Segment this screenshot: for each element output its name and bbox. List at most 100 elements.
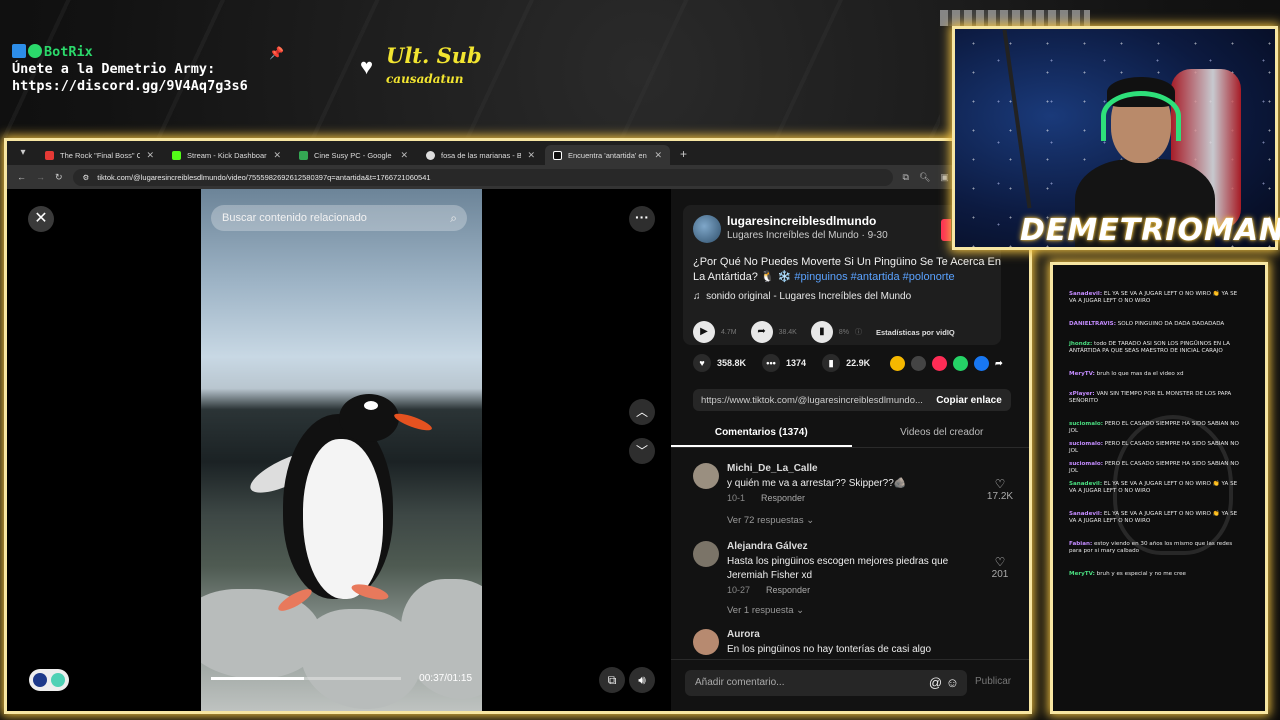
tab-tiktok[interactable]: Encuentra 'antartida' en Tik✕ bbox=[545, 145, 670, 165]
publish-button[interactable]: Publicar bbox=[975, 676, 1011, 687]
comment-author[interactable]: Aurora bbox=[727, 629, 760, 640]
tiktok-icon bbox=[553, 150, 562, 160]
zoom-icon[interactable]: 🔍︎ bbox=[919, 172, 930, 183]
author-display-name: Lugares Increíbles del Mundo · 9-30 bbox=[727, 230, 888, 241]
comment-avatar[interactable] bbox=[693, 629, 719, 655]
close-icon[interactable]: ✕ bbox=[654, 150, 662, 161]
tab-kick-dashboard[interactable]: Stream - Kick Dashboard ✕ bbox=[164, 145, 289, 165]
penguin-belly bbox=[303, 439, 383, 599]
reload-icon[interactable]: ↻ bbox=[55, 172, 63, 183]
close-icon[interactable]: ✕ bbox=[146, 150, 154, 161]
chat-username[interactable]: Sanadevil: bbox=[1069, 511, 1102, 517]
related-search-input[interactable]: Buscar contenido relacionado ⌕ bbox=[211, 205, 467, 231]
reply-button[interactable]: Responder bbox=[761, 493, 805, 503]
headset bbox=[1101, 91, 1181, 141]
comment-item: Alejandra Gálvez Hasta los pingüinos esc… bbox=[693, 541, 1023, 621]
vidiq-label[interactable]: Estadísticas por vidIQ bbox=[876, 328, 955, 337]
url-text: tiktok.com/@lugaresincreiblesdlmundo/vid… bbox=[97, 172, 431, 182]
forward-icon[interactable]: → bbox=[36, 172, 45, 182]
reply-button[interactable]: Responder bbox=[766, 585, 810, 595]
play-icon[interactable]: ▶ bbox=[693, 321, 715, 343]
tab-search-icon[interactable]: ▾ bbox=[15, 145, 31, 161]
comment-text: y quién me va a arrestar?? Skipper??🪨 bbox=[727, 478, 907, 489]
heart-outline-icon[interactable]: ♡ bbox=[985, 555, 1015, 569]
previous-video-button[interactable]: ︿ bbox=[629, 399, 655, 425]
share-url[interactable]: https://www.tiktok.com/@lugaresincreible… bbox=[693, 395, 927, 406]
video-time: 00:37/01:15 bbox=[419, 673, 472, 684]
next-video-button[interactable]: ﹀ bbox=[629, 438, 655, 464]
send-icon[interactable] bbox=[932, 355, 948, 371]
last-sub-name: causadatun bbox=[386, 72, 464, 86]
tab-google-maps[interactable]: Cine Susy PC - Google Maps✕ bbox=[291, 145, 416, 165]
chat-username[interactable]: xPlayer: bbox=[1069, 391, 1095, 397]
video-player[interactable]: Buscar contenido relacionado ⌕ 00:37/01:… bbox=[201, 189, 482, 711]
tab-the-rock[interactable]: The Rock "Final Boss" Custom✕ bbox=[37, 145, 162, 165]
chat-username[interactable]: MeryTV: bbox=[1069, 371, 1095, 377]
chat-panel: Sanadevil: EL YA SE VA A JUGAR LEFT O NO… bbox=[1050, 262, 1268, 714]
stats-icon[interactable]: ▮ bbox=[810, 321, 833, 343]
volume-icon[interactable]: 🔊︎ bbox=[629, 667, 655, 693]
comment-avatar[interactable] bbox=[693, 541, 719, 567]
translate-icon[interactable]: ⧉ bbox=[903, 172, 909, 183]
chat-username[interactable]: suciomalo: bbox=[1069, 441, 1103, 447]
chat-username[interactable]: suciomalo: bbox=[1069, 421, 1103, 427]
more-options-button[interactable]: ··· bbox=[629, 206, 655, 232]
chat-username[interactable]: Sanadevil: bbox=[1069, 481, 1102, 487]
composer-icons: @ ☺ bbox=[929, 670, 959, 696]
heart-outline-icon[interactable]: ♡ bbox=[985, 477, 1015, 491]
bookmark-icon[interactable]: ▮ bbox=[822, 354, 841, 372]
facebook-icon[interactable] bbox=[974, 355, 990, 371]
hashtags[interactable]: #pinguinos #antartida #polonorte bbox=[794, 271, 954, 283]
chat-username[interactable]: Fabian: bbox=[1069, 541, 1092, 547]
close-icon[interactable]: ✕ bbox=[527, 150, 535, 161]
back-icon[interactable]: ← bbox=[17, 172, 26, 182]
webcam-decoration bbox=[940, 10, 1090, 26]
tab-google-search[interactable]: fosa de las marianas - Buscar c✕ bbox=[418, 145, 543, 165]
search-icon[interactable]: ⌕ bbox=[450, 205, 457, 231]
view-replies[interactable]: Ver 72 respuestas ⌄ bbox=[727, 515, 814, 526]
tab-creator-videos[interactable]: Videos del creador bbox=[852, 419, 1030, 447]
comment-author[interactable]: Michi_De_La_Calle bbox=[727, 463, 818, 474]
sound-link[interactable]: ♫ sonido original - Lugares Increíbles d… bbox=[693, 291, 911, 302]
video-description: ¿Por Qué No Puedes Moverte Si Un Pingüin… bbox=[693, 256, 1001, 283]
comment-icon[interactable]: ••• bbox=[762, 354, 781, 372]
share-arrow-icon[interactable]: ➦ bbox=[750, 321, 773, 343]
pip-icon[interactable]: ⧉ bbox=[599, 667, 625, 693]
copy-link-button[interactable]: Copiar enlace bbox=[927, 395, 1011, 406]
chat-username[interactable]: DANIELTRAVIS: bbox=[1069, 321, 1116, 327]
emoji-icon[interactable]: ☺ bbox=[946, 675, 959, 690]
comment-input[interactable]: Añadir comentario... @ ☺ bbox=[685, 670, 967, 696]
chat-message: Sanadevil: EL YA SE VA A JUGAR LEFT O NO… bbox=[1069, 291, 1245, 305]
close-icon[interactable]: ✕ bbox=[400, 150, 408, 161]
chat-username[interactable]: jhondz: bbox=[1069, 341, 1092, 347]
whatsapp-icon[interactable] bbox=[953, 355, 969, 371]
video-progress-bar[interactable] bbox=[211, 677, 401, 680]
chat-username[interactable]: MeryTV: bbox=[1069, 571, 1095, 577]
site-info-icon[interactable]: ⚙ bbox=[83, 173, 90, 182]
url-field[interactable]: ⚙ tiktok.com/@lugaresincreiblesdlmundo/v… bbox=[72, 168, 893, 186]
chat-message: jhondz: todo DE TARADO ASI SON LOS PINGÜ… bbox=[1069, 341, 1245, 355]
chat-username[interactable]: Sanadevil: bbox=[1069, 291, 1102, 297]
chat-message: suciomalo: PERO EL CASADO SIEMPRE HA SID… bbox=[1069, 421, 1245, 435]
chat-username[interactable]: suciomalo: bbox=[1069, 461, 1103, 467]
author-avatar[interactable] bbox=[693, 215, 721, 243]
repost-icon[interactable] bbox=[890, 355, 906, 371]
close-icon[interactable]: ✕ bbox=[273, 150, 281, 161]
comment-author[interactable]: Alejandra Gálvez bbox=[727, 541, 808, 552]
comment-avatar[interactable] bbox=[693, 463, 719, 489]
share-more-icon[interactable]: ➦ bbox=[995, 358, 1003, 369]
comment-like[interactable]: ♡ 201 bbox=[985, 555, 1015, 580]
info-icon[interactable]: ⓘ bbox=[855, 327, 862, 337]
author-username[interactable]: lugaresincreiblesdlmundo bbox=[727, 214, 876, 228]
close-video-button[interactable]: ✕ bbox=[28, 206, 54, 232]
like-heart-icon[interactable]: ♥ bbox=[693, 354, 711, 372]
chat-text: estoy viendo en 30 años los mismo que la… bbox=[1069, 541, 1233, 554]
embed-icon[interactable] bbox=[911, 355, 927, 371]
bot-line-1: Únete a la Demetrio Army: bbox=[12, 61, 216, 77]
mention-icon[interactable]: @ bbox=[929, 675, 942, 690]
new-tab-icon[interactable]: + bbox=[680, 147, 687, 161]
tab-comments[interactable]: Comentarios (1374) bbox=[671, 419, 852, 447]
extension-toggle[interactable] bbox=[29, 669, 69, 691]
view-replies[interactable]: Ver 1 respuesta ⌄ bbox=[727, 605, 804, 616]
comment-like[interactable]: ♡ 17.2K bbox=[985, 477, 1015, 502]
